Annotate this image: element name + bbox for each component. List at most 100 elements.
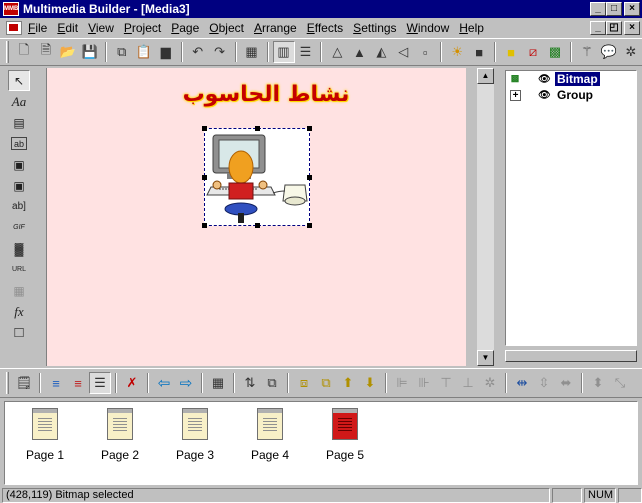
document-icon[interactable] bbox=[6, 21, 22, 35]
page-properties-icon[interactable]: 🗒 bbox=[13, 372, 35, 394]
drop-icon[interactable]: △ bbox=[326, 41, 348, 63]
menu-page[interactable]: Page bbox=[171, 21, 205, 35]
rectangle-tool-icon[interactable]: □ bbox=[8, 322, 30, 343]
resize-handle[interactable] bbox=[202, 126, 207, 131]
script-icon[interactable]: ▦ bbox=[241, 41, 263, 63]
effect-tool-icon[interactable]: fx bbox=[8, 301, 30, 322]
forward-icon[interactable]: ⬆ bbox=[337, 372, 359, 394]
menu-project[interactable]: Project bbox=[124, 21, 167, 35]
align-left-icon[interactable]: ⊫ bbox=[391, 372, 413, 394]
stack-icon[interactable]: ≡ bbox=[45, 372, 67, 394]
space-horizontal-icon[interactable]: ⇹ bbox=[511, 372, 533, 394]
bring-front-icon[interactable]: ⧈ bbox=[293, 372, 315, 394]
menu-window[interactable]: Window bbox=[407, 21, 456, 35]
delete-page-icon[interactable]: ✗ bbox=[121, 372, 143, 394]
same-size-icon[interactable]: ⬍ bbox=[587, 372, 609, 394]
mdi-minimize-button[interactable]: _ bbox=[590, 21, 606, 35]
paragraph-tool-icon[interactable]: ▤ bbox=[8, 112, 30, 133]
toolbar-grip[interactable] bbox=[6, 372, 9, 394]
resize-handle[interactable] bbox=[255, 223, 260, 228]
table-tool-icon[interactable]: ▦ bbox=[8, 280, 30, 301]
mdi-restore-button[interactable]: ◰ bbox=[606, 21, 622, 35]
new-icon[interactable]: 🗋 bbox=[13, 41, 35, 63]
resize-handle[interactable] bbox=[202, 175, 207, 180]
save-icon[interactable]: 💾 bbox=[79, 41, 101, 63]
toolbar-grip[interactable] bbox=[6, 41, 9, 63]
color-icon[interactable]: ■ bbox=[500, 41, 522, 63]
url-tool-icon[interactable]: URL bbox=[8, 259, 30, 280]
canvas-vertical-scrollbar[interactable]: ▲ ▼ bbox=[477, 68, 494, 366]
text-input-tool-icon[interactable]: ab] bbox=[8, 196, 30, 217]
select-arrow-icon[interactable]: ↖ bbox=[8, 70, 30, 91]
magic-wand-icon[interactable]: ⚚ bbox=[576, 41, 598, 63]
resize-handle[interactable] bbox=[307, 223, 312, 228]
stack-pressed-icon[interactable]: ☰ bbox=[89, 372, 111, 394]
align-gear-icon[interactable]: ✲ bbox=[479, 372, 501, 394]
page-item-active[interactable]: Page 5 bbox=[315, 408, 375, 462]
maximize-button[interactable]: □ bbox=[606, 2, 622, 16]
menu-help[interactable]: Help bbox=[459, 21, 490, 35]
mdi-close-button[interactable]: × bbox=[624, 21, 640, 35]
layers-icon[interactable]: ☰ bbox=[295, 41, 317, 63]
minimize-button[interactable]: _ bbox=[590, 2, 606, 16]
redo-icon[interactable]: ↷ bbox=[209, 41, 231, 63]
menu-file[interactable]: File bbox=[28, 21, 53, 35]
next-page-icon[interactable]: ⇨ bbox=[175, 372, 197, 394]
tree-item-bitmap[interactable]: ▩ 👁 Bitmap bbox=[506, 71, 636, 87]
speech-bubble-icon[interactable]: 💬 bbox=[598, 41, 620, 63]
resize-icon[interactable]: ⤡ bbox=[609, 372, 631, 394]
backward-icon[interactable]: ⬇ bbox=[359, 372, 381, 394]
light-icon[interactable]: ☀ bbox=[446, 41, 468, 63]
flip-vertical-icon[interactable]: ◁ bbox=[392, 41, 414, 63]
previous-page-icon[interactable]: ⇦ bbox=[153, 372, 175, 394]
copy-icon[interactable]: ⧉ bbox=[111, 41, 133, 63]
gif-tool-icon[interactable]: GIF bbox=[8, 217, 30, 238]
stack-red-icon[interactable]: ≡ bbox=[67, 372, 89, 394]
eye-icon[interactable]: 👁 bbox=[538, 74, 552, 85]
align-top-icon[interactable]: ⊤ bbox=[435, 372, 457, 394]
resize-handle[interactable] bbox=[202, 223, 207, 228]
canvas-title-text[interactable]: نشاط الحاسوب bbox=[181, 82, 351, 107]
page-item[interactable]: Page 4 bbox=[240, 408, 300, 462]
grid-icon[interactable]: ▥ bbox=[272, 41, 295, 63]
sort-icon[interactable]: ⇅ bbox=[239, 372, 261, 394]
animation-tool-icon[interactable]: ▣ bbox=[8, 175, 30, 196]
menu-object[interactable]: Object bbox=[209, 21, 250, 35]
close-button[interactable]: × bbox=[624, 2, 640, 16]
align-middle-icon[interactable]: ⊥ bbox=[457, 372, 479, 394]
resize-handle[interactable] bbox=[307, 175, 312, 180]
menu-edit[interactable]: Edit bbox=[57, 21, 84, 35]
clipboard-icon[interactable]: ▆ bbox=[155, 41, 177, 63]
image-icon[interactable]: ▩ bbox=[544, 41, 566, 63]
tree-horizontal-scrollbar[interactable] bbox=[505, 348, 637, 364]
sparkle-icon[interactable]: ✲ bbox=[620, 41, 642, 63]
send-back-icon[interactable]: ⧉ bbox=[315, 372, 337, 394]
page-item[interactable]: Page 3 bbox=[165, 408, 225, 462]
resize-handle[interactable] bbox=[255, 126, 260, 131]
undo-icon[interactable]: ↶ bbox=[187, 41, 209, 63]
video-tool-icon[interactable]: ▓ bbox=[8, 238, 30, 259]
bitmap-object[interactable] bbox=[202, 126, 312, 228]
scroll-down-arrow-icon[interactable]: ▼ bbox=[477, 350, 494, 366]
page-item[interactable]: Page 2 bbox=[90, 408, 150, 462]
space-vertical-icon[interactable]: ⇳ bbox=[533, 372, 555, 394]
same-width-icon[interactable]: ⬌ bbox=[555, 372, 577, 394]
flip-horizontal-icon[interactable]: ◭ bbox=[370, 41, 392, 63]
page-copy-icon[interactable]: ⧉ bbox=[261, 372, 283, 394]
scroll-thumb[interactable] bbox=[505, 350, 637, 362]
scroll-up-arrow-icon[interactable]: ▲ bbox=[477, 68, 494, 84]
fill-icon[interactable]: ■ bbox=[468, 41, 490, 63]
group-icon[interactable]: ▫ bbox=[414, 41, 436, 63]
line-color-icon[interactable]: ⧄ bbox=[522, 41, 544, 63]
open-icon[interactable]: 📂 bbox=[57, 41, 79, 63]
text-tool-icon[interactable]: Aa bbox=[8, 91, 30, 112]
menu-settings[interactable]: Settings bbox=[353, 21, 402, 35]
paste-icon[interactable]: 📋 bbox=[133, 41, 155, 63]
menu-effects[interactable]: Effects bbox=[307, 21, 349, 35]
bitmap-button-tool-icon[interactable]: ▣ bbox=[8, 154, 30, 175]
eye-icon[interactable]: 👁 bbox=[538, 90, 552, 101]
text-button-tool-icon[interactable]: ab bbox=[11, 137, 27, 150]
menu-arrange[interactable]: Arrange bbox=[254, 21, 303, 35]
resize-handle[interactable] bbox=[307, 126, 312, 131]
page-script-icon[interactable]: ▦ bbox=[207, 372, 229, 394]
